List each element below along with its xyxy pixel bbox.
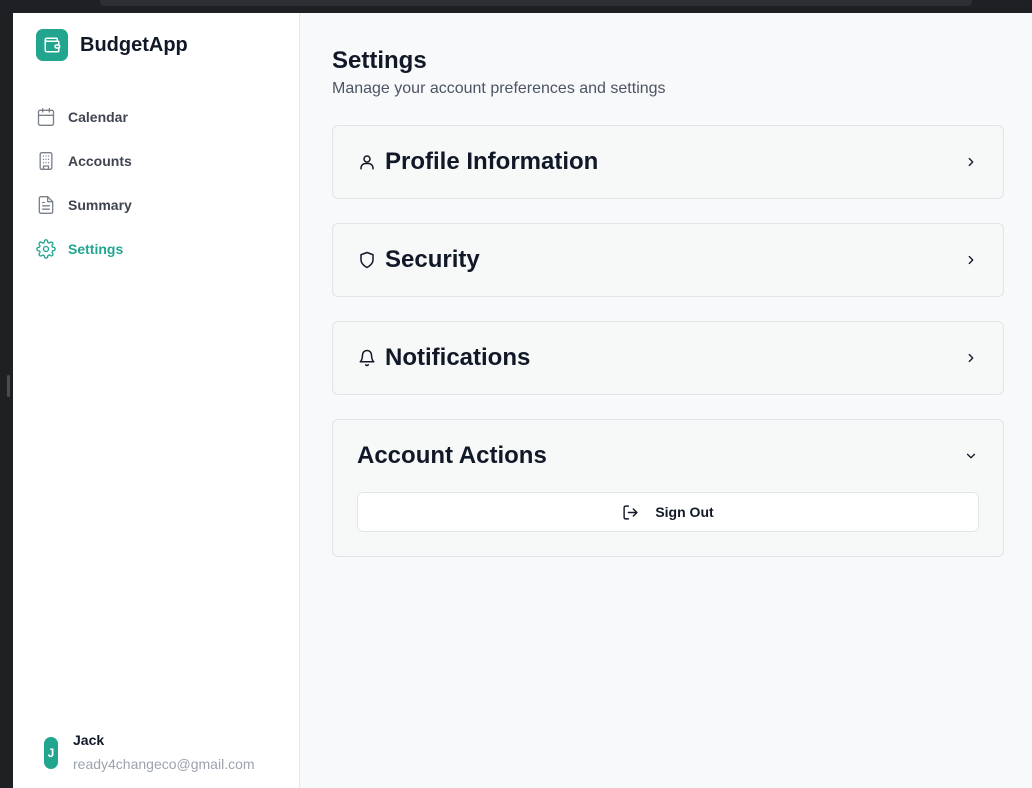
- gear-icon: [36, 239, 56, 259]
- wallet-icon: [36, 29, 68, 61]
- brand[interactable]: BudgetApp: [36, 29, 188, 61]
- sidebar-item-label: Summary: [68, 197, 132, 213]
- notifications-toggle[interactable]: Notifications: [333, 322, 1003, 394]
- sidebar: BudgetApp Calendar Accounts Summary Sett…: [13, 13, 300, 788]
- chevron-down-icon: [963, 448, 979, 464]
- chevron-right-icon: [963, 350, 979, 366]
- main-content: Settings Manage your account preferences…: [300, 13, 1032, 788]
- browser-top-bar: [0, 0, 1032, 13]
- file-text-icon: [36, 195, 56, 215]
- page-title: Settings: [332, 47, 427, 74]
- bell-icon: [357, 348, 377, 368]
- log-out-icon: [622, 504, 639, 521]
- app-window: BudgetApp Calendar Accounts Summary Sett…: [13, 13, 1032, 788]
- user-icon: [357, 152, 377, 172]
- calendar-icon: [36, 107, 56, 127]
- account-actions-section: Account Actions Sign Out: [332, 419, 1004, 557]
- sidebar-item-label: Calendar: [68, 109, 128, 125]
- profile-information-toggle[interactable]: Profile Information: [333, 126, 1003, 198]
- section-title: Notifications: [385, 344, 531, 371]
- section-title: Profile Information: [385, 148, 599, 175]
- profile-information-section: Profile Information: [332, 125, 1004, 199]
- section-title: Account Actions: [357, 442, 547, 469]
- user-name: Jack: [73, 732, 105, 748]
- sign-out-label: Sign Out: [655, 504, 714, 520]
- security-section: Security: [332, 223, 1004, 297]
- sidebar-item-settings[interactable]: Settings: [36, 237, 276, 261]
- page-subtitle: Manage your account preferences and sett…: [332, 80, 666, 97]
- chevron-right-icon: [963, 154, 979, 170]
- security-toggle[interactable]: Security: [333, 224, 1003, 296]
- user-profile[interactable]: J Jack ready4changeco@gmail.com: [44, 731, 255, 773]
- building-icon: [36, 151, 56, 171]
- sign-out-button[interactable]: Sign Out: [357, 492, 979, 532]
- resize-handle[interactable]: [7, 375, 10, 397]
- sidebar-nav: Calendar Accounts Summary Settings: [36, 105, 276, 281]
- sidebar-item-accounts[interactable]: Accounts: [36, 149, 276, 173]
- avatar: J: [44, 737, 58, 769]
- sidebar-item-calendar[interactable]: Calendar: [36, 105, 276, 129]
- brand-name: BudgetApp: [80, 33, 188, 56]
- sidebar-item-label: Accounts: [68, 153, 132, 169]
- sidebar-item-summary[interactable]: Summary: [36, 193, 276, 217]
- account-actions-toggle[interactable]: Account Actions: [333, 420, 1003, 492]
- address-bar[interactable]: [100, 0, 972, 6]
- user-email: ready4changeco@gmail.com: [73, 756, 255, 772]
- sidebar-item-label: Settings: [68, 241, 124, 257]
- notifications-section: Notifications: [332, 321, 1004, 395]
- window-edge: [0, 13, 13, 788]
- shield-icon: [357, 250, 377, 270]
- chevron-right-icon: [963, 252, 979, 268]
- section-title: Security: [385, 246, 480, 273]
